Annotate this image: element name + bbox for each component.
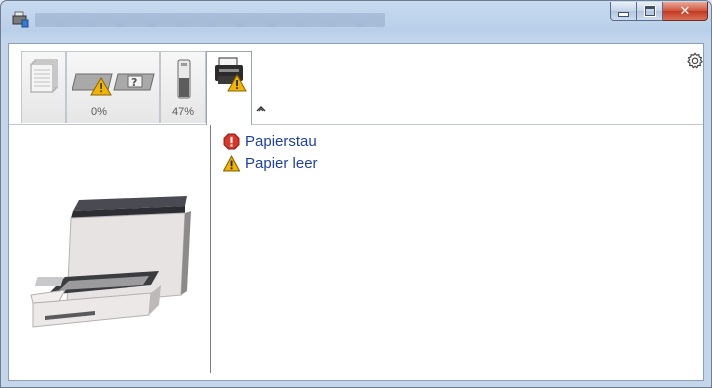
title-bar[interactable]: ✕ (1, 1, 711, 35)
printer-preview (9, 125, 210, 380)
chevron-up-icon[interactable] (256, 105, 266, 113)
gear-icon[interactable] (686, 52, 704, 70)
status-item-paper-jam[interactable]: Papierstau (223, 130, 318, 152)
toner-level-label: 0% (91, 106, 107, 118)
status-label-paper-empty[interactable]: Papier leer (245, 155, 318, 172)
waste-level-label: 47% (171, 106, 195, 118)
status-toolbar: ? 0% 47% (9, 44, 703, 125)
status-list: Papierstau Papier leer (223, 130, 318, 174)
client-area: ? 0% 47% Papierstau Papier leer (8, 43, 704, 381)
tab-toner[interactable]: ? 0% (66, 51, 160, 123)
window-title (35, 13, 385, 27)
warning-icon (223, 154, 240, 171)
minimize-button[interactable] (610, 2, 637, 21)
maximize-icon (643, 5, 656, 17)
toner-bottle-icon (177, 59, 191, 99)
printer-warning-icon (215, 57, 247, 92)
tab-waste-toner[interactable]: 47% (160, 51, 206, 123)
tab-jobs[interactable] (21, 51, 66, 123)
error-icon (223, 133, 240, 149)
toner-cartridges-icon: ? (72, 73, 155, 96)
printer-image (30, 196, 191, 328)
status-window: ✕ ? 0% 47% Papierstau Papier leer (0, 0, 712, 388)
close-icon: ✕ (679, 3, 691, 19)
printer-app-icon (12, 11, 29, 28)
close-button[interactable]: ✕ (663, 2, 708, 21)
status-label-paper-jam[interactable]: Papierstau (245, 133, 317, 150)
tab-device-status[interactable] (206, 51, 252, 125)
status-item-paper-empty[interactable]: Papier leer (223, 152, 318, 174)
svg-text:?: ? (131, 76, 137, 89)
pane-divider (210, 125, 211, 373)
maximize-button[interactable] (637, 2, 663, 21)
documents-stack-icon (30, 59, 58, 93)
minimize-icon (618, 11, 629, 17)
